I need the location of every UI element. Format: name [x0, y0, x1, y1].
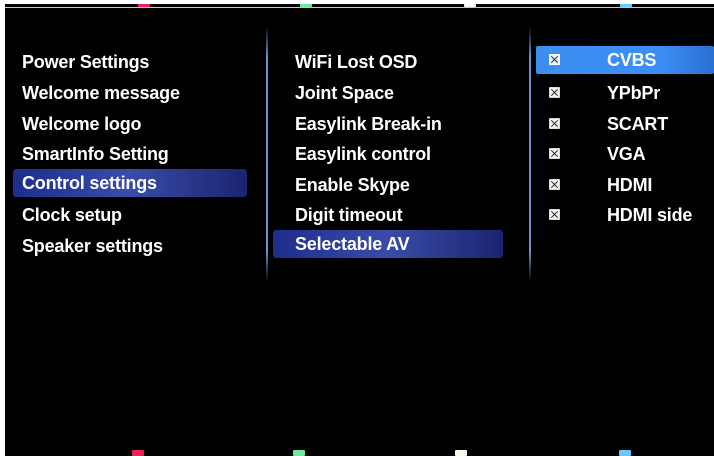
menu-item-label: Control settings [22, 173, 157, 193]
menu-item-enable-skype[interactable]: Enable Skype [273, 171, 503, 199]
red-key-indicator [132, 450, 144, 456]
menu-item-control-settings[interactable]: Control settings [13, 169, 247, 197]
menu-item-label: Welcome logo [22, 114, 142, 134]
menu-item-label: Welcome message [22, 83, 180, 103]
option-label: CVBS [607, 50, 657, 70]
red-key-indicator-top [138, 4, 150, 7]
green-key-indicator [293, 450, 305, 456]
option-label: YPbPr [607, 83, 661, 103]
checkbox-checked-icon[interactable] [549, 148, 560, 159]
menu-item-label: WiFi Lost OSD [295, 52, 418, 72]
menu-item-digit-timeout[interactable]: Digit timeout [273, 201, 503, 229]
blue-key-indicator-top [620, 4, 632, 7]
column-divider-left [266, 26, 268, 282]
option-hdmi[interactable]: HDMI [536, 171, 714, 199]
menu-item-label: Power Settings [22, 52, 150, 72]
column-divider-right [529, 26, 531, 282]
checkbox-checked-icon[interactable] [549, 54, 560, 65]
option-label: VGA [607, 144, 646, 164]
option-scart[interactable]: SCART [536, 110, 714, 138]
option-hdmi-side[interactable]: HDMI side [536, 201, 714, 229]
menu-item-label: Digit timeout [295, 205, 403, 225]
menu-item-label: SmartInfo Setting [22, 144, 169, 164]
blue-key-indicator [619, 450, 631, 456]
menu-item-label: Speaker settings [22, 236, 163, 256]
menu-item-label: Easylink control [295, 144, 431, 164]
menu-item-label: Easylink Break-in [295, 114, 442, 134]
option-ypbpr[interactable]: YPbPr [536, 79, 714, 107]
menu-item-wifi-lost-osd[interactable]: WiFi Lost OSD [273, 48, 503, 76]
checkbox-checked-icon[interactable] [549, 179, 560, 190]
tv-screen: Power Settings Welcome message Welcome l… [5, 4, 714, 456]
option-cvbs[interactable]: CVBS [536, 46, 714, 74]
menu-item-power-settings[interactable]: Power Settings [13, 48, 249, 76]
option-vga[interactable]: VGA [536, 140, 714, 168]
green-key-indicator-top [300, 4, 312, 7]
menu-item-selectable-av[interactable]: Selectable AV [273, 230, 503, 258]
menu-item-label: Clock setup [22, 205, 122, 225]
menu-item-label: Enable Skype [295, 175, 410, 195]
menu-item-smartinfo-setting[interactable]: SmartInfo Setting [13, 140, 249, 168]
menu-item-joint-space[interactable]: Joint Space [273, 79, 503, 107]
menu-item-speaker-settings[interactable]: Speaker settings [13, 232, 249, 260]
checkbox-checked-icon[interactable] [549, 118, 560, 129]
option-label: HDMI side [607, 205, 693, 225]
option-label: HDMI [607, 175, 653, 195]
menu-item-welcome-message[interactable]: Welcome message [13, 79, 249, 107]
yellow-key-indicator [455, 450, 467, 456]
menu-item-welcome-logo[interactable]: Welcome logo [13, 110, 249, 138]
option-label: SCART [607, 114, 668, 134]
menu-item-clock-setup[interactable]: Clock setup [13, 201, 249, 229]
menu-item-easylink-control[interactable]: Easylink control [273, 140, 503, 168]
checkbox-checked-icon[interactable] [549, 87, 560, 98]
yellow-key-indicator-top [464, 4, 476, 7]
menu-item-label: Joint Space [295, 83, 394, 103]
menu-item-easylink-break-in[interactable]: Easylink Break-in [273, 110, 503, 138]
top-divider [5, 7, 714, 8]
menu-item-label: Selectable AV [295, 234, 410, 254]
checkbox-checked-icon[interactable] [549, 209, 560, 220]
